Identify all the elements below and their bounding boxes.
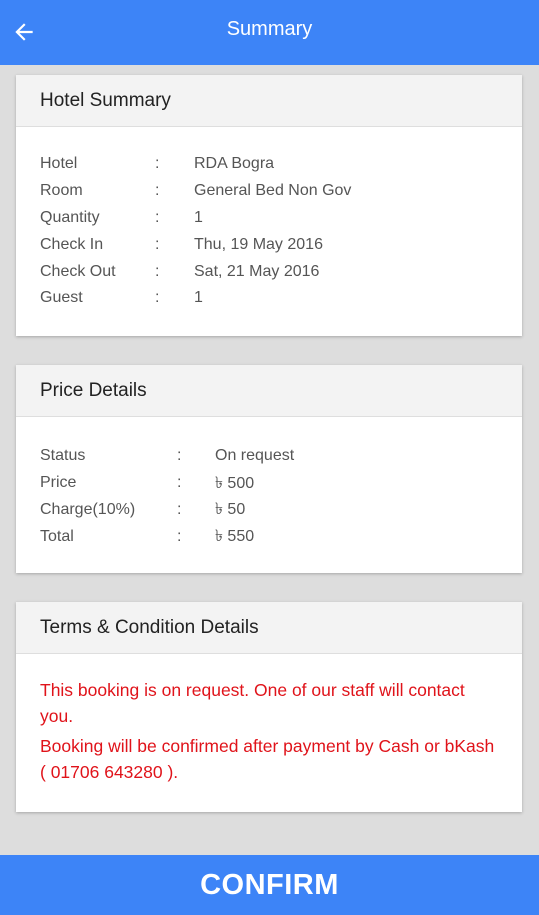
hotel-summary-card: Hotel Summary Hotel : RDA Bogra Room : G…: [16, 75, 522, 336]
terms-line: This booking is on request. One of our s…: [40, 680, 465, 726]
row-separator: :: [177, 447, 182, 465]
terms-text: This booking is on request. One of our s…: [16, 654, 522, 785]
row-value: General Bed Non Gov: [194, 182, 352, 200]
row-label: Charge(10%): [40, 500, 136, 518]
row-label: Quantity: [40, 208, 100, 226]
price-details-card: Price Details Status : On request Price …: [16, 365, 522, 573]
row-label: Room: [40, 182, 83, 200]
price-row-price: Price : ৳ 500: [40, 470, 522, 497]
summary-row-check-out: Check Out : Sat, 21 May 2016: [40, 258, 522, 285]
row-label: Check In: [40, 235, 104, 253]
price-details-rows: Status : On request Price : ৳ 500 Charge…: [16, 417, 522, 550]
row-label: Status: [40, 447, 86, 465]
row-label: Check Out: [40, 262, 116, 280]
row-separator: :: [155, 182, 160, 200]
row-value: 1: [194, 289, 203, 307]
card-title: Hotel Summary: [16, 75, 522, 127]
app-bar: Summary: [0, 0, 539, 65]
row-value: ৳ 550: [215, 528, 255, 546]
row-separator: :: [177, 527, 182, 545]
card-title: Terms & Condition Details: [16, 602, 522, 654]
row-separator: :: [177, 474, 182, 492]
row-separator: :: [155, 155, 160, 173]
row-value: ৳ 50: [215, 501, 246, 519]
price-row-charge: Charge(10%) : ৳ 50: [40, 497, 522, 524]
row-label: Hotel: [40, 155, 78, 173]
terms-line: Booking will be confirmed after payment …: [40, 736, 495, 782]
card-title: Price Details: [16, 365, 522, 417]
row-label: Total: [40, 527, 74, 545]
summary-row-quantity: Quantity : 1: [40, 205, 522, 232]
row-value: Sat, 21 May 2016: [194, 262, 320, 280]
row-separator: :: [155, 235, 160, 253]
hotel-summary-rows: Hotel : RDA Bogra Room : General Bed Non…: [16, 127, 522, 312]
row-value: ৳ 500: [215, 474, 255, 492]
row-label: Price: [40, 474, 77, 492]
row-value: Thu, 19 May 2016: [194, 235, 323, 253]
main-content: Hotel Summary Hotel : RDA Bogra Room : G…: [0, 65, 539, 855]
row-separator: :: [177, 500, 182, 518]
row-value: On request: [215, 447, 295, 465]
summary-row-guest: Guest : 1: [40, 285, 522, 312]
row-value: RDA Bogra: [194, 155, 275, 173]
row-separator: :: [155, 208, 160, 226]
confirm-button[interactable]: CONFIRM: [0, 855, 539, 915]
summary-row-room: Room : General Bed Non Gov: [40, 178, 522, 205]
summary-row-hotel: Hotel : RDA Bogra: [40, 151, 522, 178]
row-value: 1: [194, 208, 203, 226]
row-separator: :: [155, 262, 160, 280]
price-row-total: Total : ৳ 550: [40, 523, 522, 550]
row-separator: :: [155, 289, 160, 307]
row-label: Guest: [40, 289, 83, 307]
terms-card: Terms & Condition Details This booking i…: [16, 602, 522, 812]
summary-row-check-in: Check In : Thu, 19 May 2016: [40, 231, 522, 258]
price-row-status: Status : On request: [40, 443, 522, 470]
page-title: Summary: [226, 18, 313, 40]
